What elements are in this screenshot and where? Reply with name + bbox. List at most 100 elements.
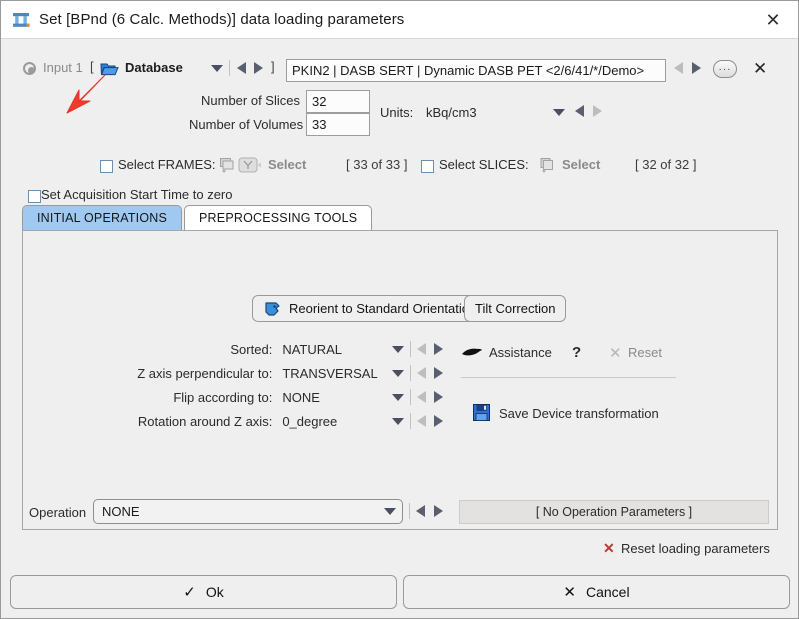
select-slices-checkbox[interactable] bbox=[421, 160, 434, 173]
chevron-down-icon[interactable] bbox=[211, 65, 223, 72]
rotation-label: Rotation around Z axis: bbox=[137, 413, 273, 429]
operation-parameters-box: [ No Operation Parameters ] bbox=[459, 500, 769, 524]
rotation-prev-icon[interactable] bbox=[417, 415, 426, 427]
save-device-transformation-button[interactable]: Save Device transformation bbox=[499, 406, 659, 421]
units-prev-icon[interactable] bbox=[575, 105, 584, 117]
divider bbox=[410, 341, 411, 357]
slices-input[interactable]: 32 bbox=[306, 90, 370, 113]
sorted-next-icon[interactable] bbox=[434, 343, 443, 355]
more-options-button[interactable]: ··· bbox=[713, 60, 737, 78]
zaxis-chevron-down-icon[interactable] bbox=[392, 369, 404, 377]
select-frames-label: Select FRAMES: bbox=[118, 157, 216, 172]
cancel-button[interactable]: ✕ Cancel bbox=[403, 575, 790, 609]
zaxis-label: Z axis perpendicular to: bbox=[137, 365, 273, 381]
zaxis-next-icon[interactable] bbox=[434, 367, 443, 379]
divider bbox=[410, 389, 411, 405]
units-value: kBq/cm3 bbox=[426, 105, 477, 120]
sorted-value: NATURAL bbox=[282, 341, 343, 357]
zaxis-value: TRANSVERSAL bbox=[282, 365, 378, 381]
tab-initial-operations[interactable]: INITIAL OPERATIONS bbox=[22, 205, 183, 231]
flip-value: NONE bbox=[282, 389, 320, 405]
slices-count: [ 32 of 32 ] bbox=[635, 157, 697, 172]
window-title: Set [BPnd (6 Calc. Methods)] data loadin… bbox=[39, 11, 405, 28]
input-radio[interactable] bbox=[23, 60, 36, 76]
reset-x-icon: ✕ bbox=[609, 345, 622, 362]
rotation-chevron-down-icon[interactable] bbox=[392, 417, 404, 425]
reorient-to-standard-orientation-button[interactable]: Reorient to Standard Orientation bbox=[252, 295, 488, 322]
ok-button[interactable]: ✓ Ok bbox=[10, 575, 397, 609]
check-icon: ✓ bbox=[183, 584, 196, 601]
bracket-close: ] bbox=[271, 59, 275, 74]
divider bbox=[410, 413, 411, 429]
y-branch-icon bbox=[238, 156, 262, 177]
rotation-value: 0_degree bbox=[282, 413, 338, 429]
tab-preprocessing-tools[interactable]: PREPROCESSING TOOLS bbox=[184, 205, 373, 231]
field-row-sorted: Sorted: NATURAL bbox=[23, 341, 443, 357]
close-icon[interactable]: ✕ bbox=[756, 8, 790, 32]
slices-stack-icon bbox=[539, 157, 556, 177]
panel-divider bbox=[461, 377, 676, 378]
operation-next-icon[interactable] bbox=[434, 505, 443, 517]
acq-zero-label: Set Acquisition Start Time to zero bbox=[41, 187, 233, 202]
units-chevron-down-icon[interactable] bbox=[553, 109, 565, 116]
source-prev-icon[interactable] bbox=[237, 62, 246, 74]
slices-select-button[interactable]: Select bbox=[562, 157, 600, 172]
divider bbox=[229, 60, 230, 76]
select-slices-label: Select SLICES: bbox=[439, 157, 529, 172]
tab-bar: INITIAL OPERATIONS PREPROCESSING TOOLS bbox=[22, 205, 373, 231]
flip-label: Flip according to: bbox=[173, 389, 273, 405]
ok-label: Ok bbox=[205, 584, 224, 600]
units-next-icon[interactable] bbox=[593, 105, 602, 117]
sorted-prev-icon[interactable] bbox=[417, 343, 426, 355]
flip-chevron-down-icon[interactable] bbox=[392, 393, 404, 401]
reset-transform-button[interactable]: Reset bbox=[628, 345, 662, 360]
pi-matrix-icon bbox=[11, 10, 31, 30]
reset-loading-x-icon: ✕ bbox=[603, 540, 615, 556]
cancel-label: Cancel bbox=[585, 584, 630, 600]
volumes-label: Number of Volumes bbox=[189, 117, 304, 132]
zaxis-prev-icon[interactable] bbox=[417, 367, 426, 379]
head-profile-icon bbox=[263, 300, 282, 318]
divider bbox=[409, 503, 410, 519]
acq-zero-checkbox[interactable] bbox=[28, 190, 41, 203]
help-icon[interactable]: ? bbox=[572, 344, 581, 361]
source-label: Database bbox=[125, 60, 183, 75]
field-row-rotation: Rotation around Z axis: 0_degree bbox=[23, 413, 443, 429]
flip-next-icon[interactable] bbox=[434, 391, 443, 403]
red-arrow-annotation bbox=[65, 73, 127, 115]
tilt-correction-button[interactable]: Tilt Correction bbox=[464, 295, 567, 322]
title-bar: Set [BPnd (6 Calc. Methods)] data loadin… bbox=[1, 1, 798, 39]
assistance-label[interactable]: Assistance bbox=[489, 345, 552, 360]
operation-chevron-down-icon[interactable] bbox=[384, 508, 396, 515]
sorted-label: Sorted: bbox=[230, 341, 273, 357]
sorted-chevron-down-icon[interactable] bbox=[392, 345, 404, 353]
floppy-disk-icon bbox=[473, 404, 490, 421]
bracket-open: [ bbox=[90, 59, 94, 74]
tilt-label: Tilt Correction bbox=[475, 301, 556, 316]
rotation-next-icon[interactable] bbox=[434, 415, 443, 427]
select-frames-checkbox[interactable] bbox=[100, 160, 113, 173]
frames-select-button[interactable]: Select bbox=[268, 157, 306, 172]
frames-stack-icon bbox=[219, 157, 236, 177]
clear-source-icon[interactable]: ✕ bbox=[753, 60, 767, 77]
units-label: Units: bbox=[380, 105, 414, 120]
radio-ring-icon bbox=[23, 62, 36, 76]
volumes-input[interactable]: 33 bbox=[306, 113, 370, 136]
reorient-label: Reorient to Standard Orientation bbox=[289, 301, 477, 316]
path-next-icon[interactable] bbox=[692, 62, 701, 74]
flip-prev-icon[interactable] bbox=[417, 391, 426, 403]
source-path-field[interactable]: PKIN2 | DASB SERT | Dynamic DASB PET <2/… bbox=[286, 59, 666, 82]
dialog-window: Set [BPnd (6 Calc. Methods)] data loadin… bbox=[0, 0, 799, 619]
reset-loading-parameters-button[interactable]: Reset loading parameters bbox=[621, 541, 770, 556]
field-row-flip: Flip according to: NONE bbox=[23, 389, 443, 405]
operation-label: Operation bbox=[29, 505, 87, 520]
slices-label: Number of Slices bbox=[201, 93, 300, 108]
source-next-icon[interactable] bbox=[254, 62, 263, 74]
frames-count: [ 33 of 33 ] bbox=[346, 157, 408, 172]
divider bbox=[410, 365, 411, 381]
operation-combo[interactable]: NONE bbox=[93, 499, 403, 524]
operation-prev-icon[interactable] bbox=[416, 505, 425, 517]
operation-value: NONE bbox=[102, 504, 140, 519]
path-prev-icon[interactable] bbox=[674, 62, 683, 74]
x-icon: ✕ bbox=[563, 584, 576, 601]
